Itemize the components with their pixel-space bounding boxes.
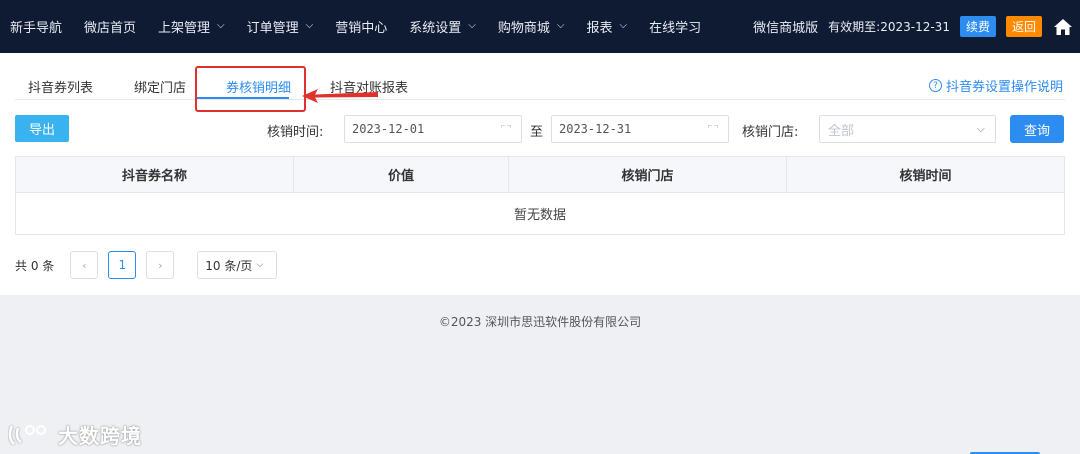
- store-select-value: 全部: [828, 123, 855, 139]
- nav-item-label: 订单管理: [246, 21, 299, 36]
- nav-item-label: 系统设置: [409, 21, 462, 36]
- page-size-select[interactable]: 10 条/页 ⌵: [197, 251, 278, 279]
- renew-button[interactable]: 续费: [959, 16, 996, 37]
- nav-item-label: 微店首页: [84, 21, 137, 36]
- nav-menu: 新手导航 微店首页 上架管理 ⌵ 订单管理 ⌵ 营销中心 系统设置 ⌵ 购物商城 ⌵ 报…: [0, 0, 713, 53]
- prev-page-button[interactable]: ‹: [70, 251, 99, 279]
- table-header: 抖音券名称 价值 核销门店 核销时间: [16, 157, 1064, 193]
- calendar-icon: ⌜⌝: [499, 124, 512, 135]
- watermark-text: 大数跨境: [58, 424, 142, 448]
- home-icon[interactable]: [1052, 16, 1074, 38]
- annotation-highlight-box: [195, 66, 306, 112]
- nav-item-label: 营销中心: [335, 21, 388, 36]
- column-header-store[interactable]: 核销门店: [509, 157, 787, 192]
- total-count: 共 0 条: [15, 258, 55, 273]
- nav-item-label: 新手导航: [10, 21, 63, 36]
- query-button[interactable]: 查询: [1010, 115, 1064, 143]
- copyright-footer: ©2023 深圳市思迅软件股份有限公司: [438, 315, 642, 329]
- question-icon: ?: [928, 79, 942, 92]
- column-header-value[interactable]: 价值: [294, 157, 509, 192]
- store-select[interactable]: 全部 ⌵: [819, 115, 996, 143]
- chevron-down-icon: ⌵: [556, 20, 565, 31]
- chevron-down-icon: ⌵: [468, 20, 476, 31]
- edition-label: 微信商城版: [753, 21, 819, 36]
- nav-item-label: 购物商城: [497, 21, 550, 36]
- annotation-arrow: [302, 89, 378, 103]
- nav-item-marketing[interactable]: 营销中心: [325, 0, 399, 53]
- export-button[interactable]: 导出: [15, 115, 69, 142]
- start-date-input[interactable]: 2023-12-01 ⌜⌝: [344, 115, 522, 143]
- end-date-input[interactable]: 2023-12-31 ⌜⌝: [551, 115, 729, 143]
- chevron-down-icon: ⌵: [305, 20, 314, 31]
- chevron-down-icon: ⌵: [619, 20, 628, 31]
- expire-date: 有效期至:2023-12-31: [828, 20, 950, 34]
- redemption-table: 抖音券名称 价值 核销门店 核销时间 暂无数据: [15, 156, 1065, 235]
- date-range-to: 至: [530, 125, 544, 140]
- nav-account-area: 微信商城版 有效期至:2023-12-31 续费 返回: [753, 0, 1080, 53]
- top-navbar: 新手导航 微店首页 上架管理 ⌵ 订单管理 ⌵ 营销中心 系统设置 ⌵ 购物商城 ⌵ 报…: [0, 0, 1080, 53]
- calendar-icon: ⌜⌝: [706, 124, 719, 135]
- help-link-label: 抖音券设置操作说明: [945, 80, 1063, 95]
- watermark-logo-icon: [8, 424, 46, 445]
- chevron-down-icon: ⌵: [217, 20, 225, 31]
- column-header-coupon-name[interactable]: 抖音券名称: [16, 157, 294, 192]
- chevron-left-icon: ‹: [82, 258, 87, 272]
- nav-item-mall[interactable]: 购物商城 ⌵: [488, 0, 577, 53]
- next-page-button[interactable]: ›: [146, 251, 175, 279]
- chevron-right-icon: ›: [158, 258, 163, 272]
- back-button[interactable]: 返回: [1005, 16, 1042, 37]
- watermark: 大数跨境: [8, 420, 142, 449]
- nav-item-reports[interactable]: 报表 ⌵: [576, 0, 639, 53]
- column-header-time[interactable]: 核销时间: [787, 157, 1064, 192]
- help-link[interactable]: ? 抖音券设置操作说明: [928, 76, 1063, 95]
- end-date-value: 2023-12-31: [559, 122, 632, 136]
- nav-item-settings[interactable]: 系统设置 ⌵: [399, 0, 488, 53]
- nav-item-guide[interactable]: 新手导航: [0, 0, 74, 53]
- tab-coupon-list[interactable]: 抖音券列表: [28, 77, 93, 96]
- nav-item-label: 报表: [586, 21, 613, 36]
- tab-bind-store[interactable]: 绑定门店: [134, 77, 186, 96]
- nav-item-listing[interactable]: 上架管理 ⌵: [148, 0, 237, 53]
- nav-item-label: 上架管理: [158, 21, 211, 36]
- start-date-value: 2023-12-01: [352, 122, 425, 136]
- tab-bar: 抖音券列表 绑定门店 券核销明细 抖音对账报表 ? 抖音券设置操作说明: [15, 53, 1065, 100]
- nav-item-orders[interactable]: 订单管理 ⌵: [237, 0, 326, 53]
- nav-item-home[interactable]: 微店首页: [74, 0, 148, 53]
- chevron-down-icon: ⌵: [256, 260, 264, 270]
- empty-state: 暂无数据: [513, 208, 566, 223]
- time-filter-label: 核销时间:: [267, 125, 324, 140]
- page-size-value: 10 条/页: [205, 258, 253, 273]
- page-number-button[interactable]: 1: [108, 251, 137, 279]
- nav-item-learning[interactable]: 在线学习: [639, 0, 713, 53]
- chevron-down-icon: ⌵: [976, 122, 985, 135]
- pagination: 共 0 条 ‹ 1 › 10 条/页 ⌵: [15, 251, 278, 279]
- nav-item-label: 在线学习: [649, 21, 702, 36]
- store-filter-label: 核销门店:: [742, 125, 799, 140]
